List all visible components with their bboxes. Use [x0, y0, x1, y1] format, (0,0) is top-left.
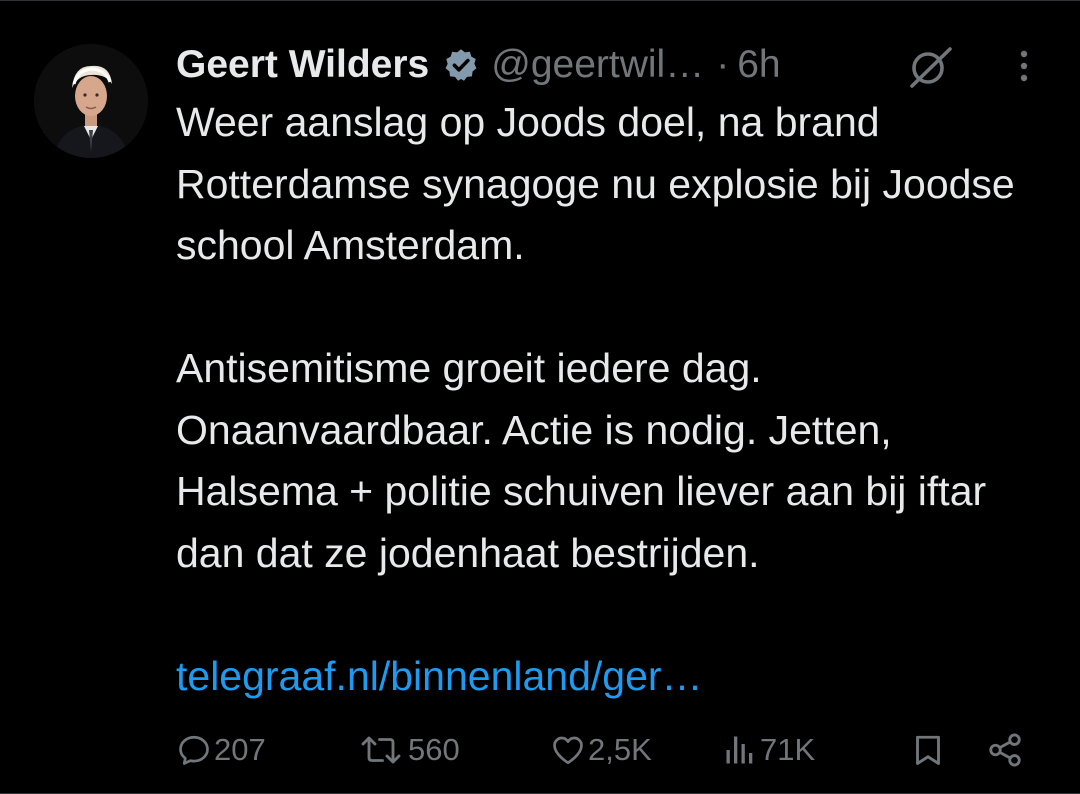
repost-icon — [361, 736, 401, 764]
bookmark-icon — [916, 735, 940, 765]
heart-icon — [553, 736, 583, 765]
like-button[interactable]: 2,5K — [550, 722, 652, 778]
like-count: 2,5K — [588, 732, 652, 767]
grok-icon[interactable] — [904, 44, 954, 90]
verified-badge-icon — [443, 47, 479, 83]
action-bar: 207 560 2,5K 71K — [0, 722, 1080, 778]
views-button[interactable]: 71K — [722, 722, 815, 778]
author-name[interactable]: Geert Wilders — [176, 43, 429, 87]
avatar-image — [34, 44, 148, 158]
tweet-header: Geert Wilders @geertwil… · 6h — [176, 38, 781, 92]
reply-count: 207 — [214, 732, 266, 767]
share-icon — [989, 733, 1021, 767]
tweet-paragraph: Weer aanslag op Joods doel, na brand Rot… — [176, 99, 1015, 268]
reply-icon — [179, 735, 209, 765]
reply-button[interactable]: 207 — [176, 722, 266, 778]
tweet-text: Weer aanslag op Joods doel, na brand Rot… — [176, 92, 1056, 707]
tweet-link[interactable]: telegraaf.nl/binnenland/ger… — [176, 653, 703, 699]
views-icon — [726, 736, 753, 764]
bookmark-button[interactable] — [910, 722, 946, 778]
separator-dot: · — [716, 43, 730, 86]
views-count: 71K — [760, 732, 816, 767]
more-vertical-icon[interactable] — [1010, 46, 1038, 88]
repost-count: 560 — [408, 732, 460, 767]
author-handle[interactable]: @geertwil… — [491, 43, 704, 87]
top-divider — [0, 0, 1080, 1]
share-button[interactable] — [986, 722, 1024, 778]
repost-button[interactable]: 560 — [356, 722, 460, 778]
avatar[interactable] — [34, 44, 148, 158]
timestamp[interactable]: 6h — [737, 43, 780, 87]
tweet-paragraph: Antisemitisme groeit iedere dag. Onaanva… — [176, 345, 987, 576]
